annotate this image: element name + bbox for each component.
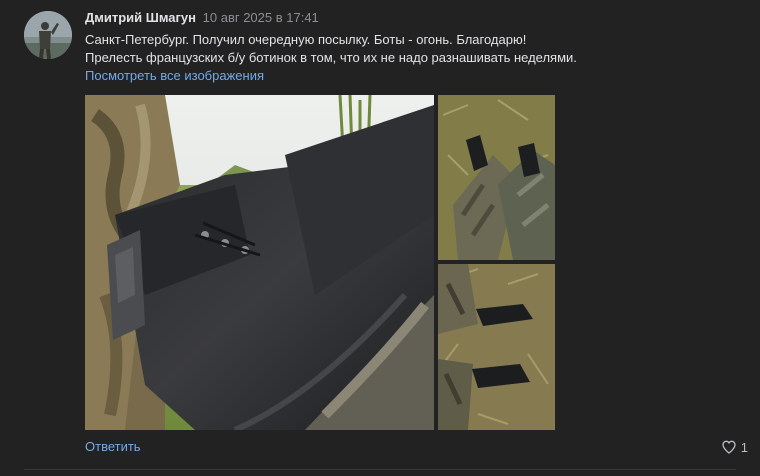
photo-image xyxy=(85,95,434,430)
photo-image xyxy=(438,95,555,260)
avatar[interactable] xyxy=(24,11,72,59)
reply-button[interactable]: Ответить xyxy=(85,438,141,456)
comment-header: Дмитрий Шмагун 10 авг 2025 в 17:41 xyxy=(85,10,319,26)
show-all-images-link[interactable]: Посмотреть все изображения xyxy=(85,67,264,85)
avatar-image xyxy=(24,11,72,59)
comment-line: Прелесть французских б/у ботинок в том, … xyxy=(85,50,577,65)
comment-card: Дмитрий Шмагун 10 авг 2025 в 17:41 Санкт… xyxy=(0,0,760,476)
photo-boot-closeup[interactable] xyxy=(85,95,434,430)
heart-icon xyxy=(722,440,736,454)
divider xyxy=(24,469,736,470)
like-button[interactable]: 1 xyxy=(721,438,748,456)
comment-line: Санкт-Петербург. Получил очередную посыл… xyxy=(85,32,527,47)
photo-image xyxy=(438,264,555,430)
comment-date[interactable]: 10 авг 2025 в 17:41 xyxy=(203,10,319,25)
photo-boots-standing[interactable] xyxy=(438,95,555,260)
like-count: 1 xyxy=(740,439,748,455)
photo-boots-on-ground[interactable] xyxy=(438,264,555,430)
author-name[interactable]: Дмитрий Шмагун xyxy=(85,10,196,25)
comment-text: Санкт-Петербург. Получил очередную посыл… xyxy=(85,31,745,67)
